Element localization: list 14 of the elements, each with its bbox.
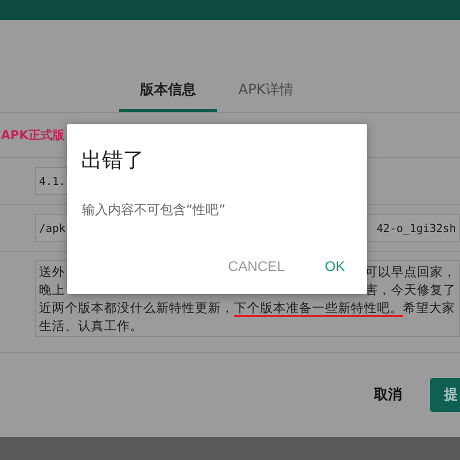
notes-text: 晚上 (39, 281, 65, 299)
notes-text: 送外 (39, 263, 65, 281)
notes-text: 可以早点回家， (365, 263, 456, 281)
submit-button[interactable]: 提 (430, 378, 460, 412)
path-text: /apk (39, 222, 66, 234)
notes-text: 近两个版本都没什么新特性更新，下个版本准备一些新特性吧。希望大家 (39, 299, 455, 317)
dialog-title: 出错了 (81, 147, 145, 174)
path-text: 42-o_1gi32sh (376, 222, 456, 234)
tab[interactable]: APK详情 (217, 70, 315, 112)
notes-text: 生活、认真工作。 (39, 317, 143, 335)
tab[interactable]: 版本信息 (119, 70, 217, 112)
cancel-button[interactable]: 取消 (374, 386, 402, 404)
version-type-label: APK正式版 (1, 126, 64, 144)
dialog-message: 输入内容不可包含“性吧” (82, 202, 226, 219)
